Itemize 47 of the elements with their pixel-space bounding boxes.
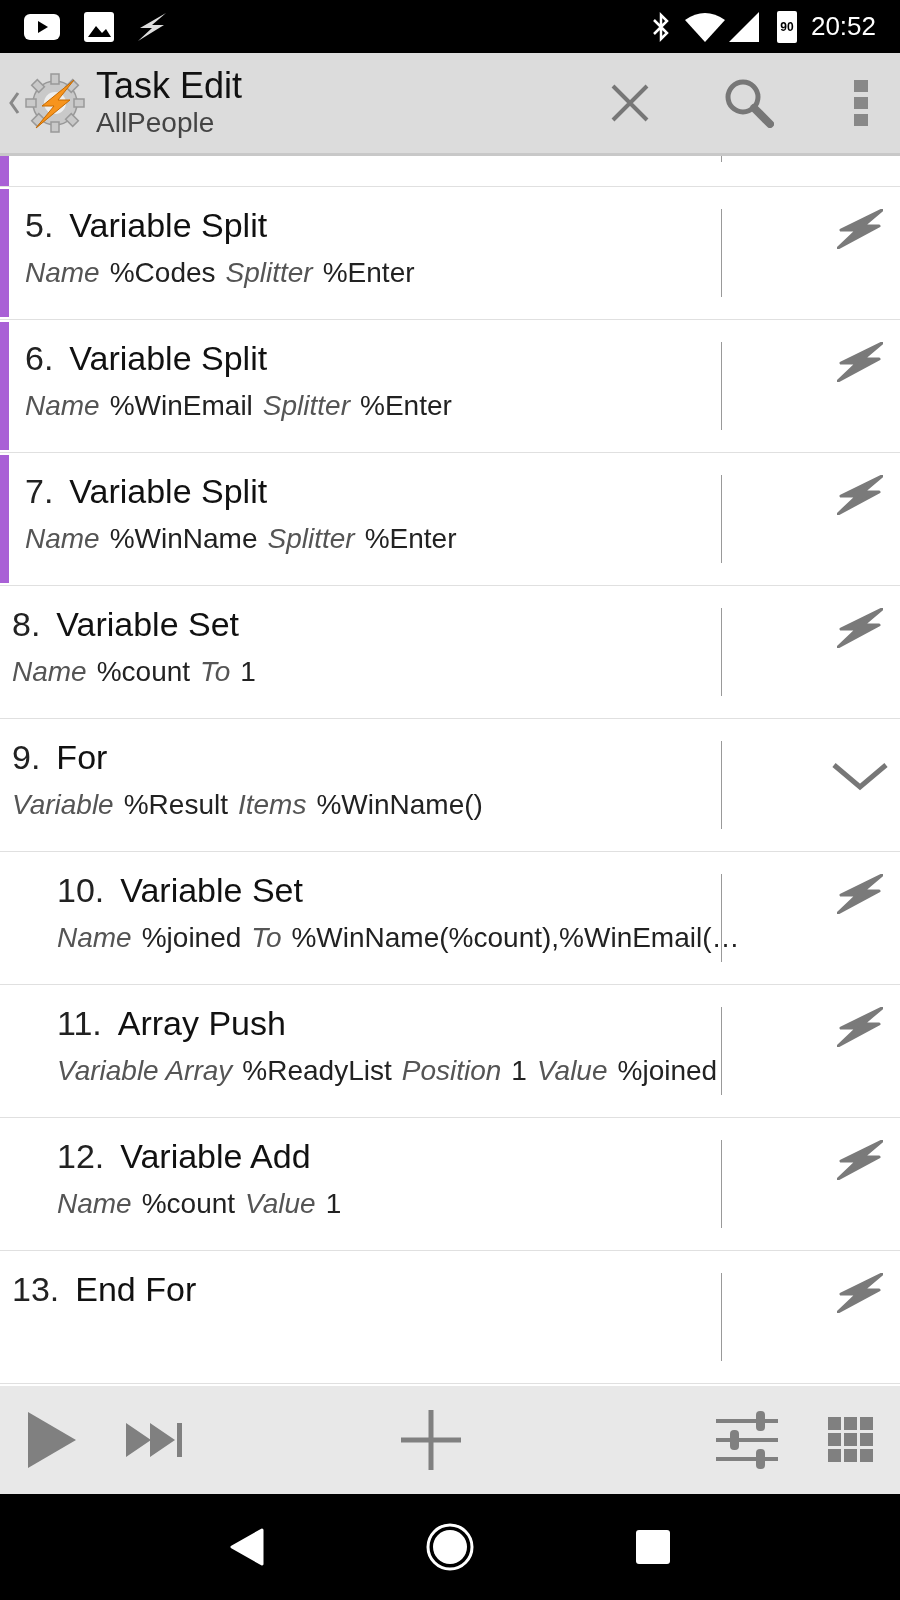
play-icon[interactable] — [28, 1412, 76, 1468]
image-icon — [84, 11, 114, 42]
action-params: Name %WinName Splitter %Enter — [25, 522, 458, 556]
close-icon[interactable] — [610, 83, 650, 123]
action-params: Name %WinEmail Splitter %Enter — [25, 389, 453, 423]
clock: 20:52 — [810, 10, 876, 43]
lightning-icon[interactable] — [837, 1273, 883, 1313]
lightning-icon[interactable] — [837, 342, 883, 382]
action-title[interactable]: 7. Variable Split — [25, 469, 820, 513]
add-icon[interactable] — [401, 1410, 461, 1470]
action-params: Name %joined To %WinName(%count),%WinEmail(… — [57, 921, 741, 955]
action-params: Name %count Value 1 — [57, 1187, 343, 1221]
action-title[interactable]: 5. Variable Split — [25, 203, 820, 247]
action-params: Variable %Result Items %WinName() — [12, 788, 484, 822]
recents-icon[interactable] — [635, 1530, 670, 1564]
signal-icon — [728, 11, 759, 42]
bluetooth-icon — [650, 10, 671, 43]
action-title[interactable]: 6. Variable Split — [25, 336, 820, 380]
action-title[interactable]: 10. Variable Set — [57, 868, 820, 912]
action-title[interactable]: 11. Array Push — [57, 1001, 820, 1045]
action-title[interactable]: 8. Variable Set — [12, 602, 820, 646]
action-title[interactable]: 9. For — [12, 735, 820, 779]
home-icon[interactable] — [425, 1522, 475, 1572]
lightning-icon[interactable] — [837, 1140, 883, 1180]
search-icon[interactable] — [724, 78, 774, 128]
skip-forward-icon[interactable] — [126, 1423, 182, 1457]
task-name: AllPeople — [96, 106, 216, 140]
chevron-down-icon[interactable] — [831, 761, 889, 791]
gear-lightning-icon[interactable] — [22, 70, 88, 136]
lightning-icon[interactable] — [837, 209, 883, 249]
battery-icon: 90 — [776, 10, 797, 43]
action-title[interactable]: 12. Variable Add — [57, 1134, 820, 1178]
divider — [721, 156, 722, 162]
lightning-icon[interactable] — [837, 1007, 883, 1047]
action-params: Name %Codes Splitter %Enter — [25, 256, 416, 290]
wifi-icon — [684, 11, 725, 42]
lightning-icon[interactable] — [837, 874, 883, 914]
action-params: Variable Array %ReadyList Position 1 Value %joined — [57, 1054, 719, 1088]
action-params: Name %count To 1 — [12, 655, 257, 689]
action-title[interactable]: 13. End For — [12, 1267, 820, 1311]
lightning-icon[interactable] — [837, 608, 883, 648]
grid-icon[interactable] — [828, 1417, 874, 1463]
video-icon — [24, 13, 60, 40]
lightning-icon[interactable] — [837, 475, 883, 515]
overflow-menu-icon[interactable] — [854, 80, 868, 126]
sliders-icon[interactable] — [716, 1409, 778, 1471]
screen-title: Task Edit — [96, 66, 243, 106]
